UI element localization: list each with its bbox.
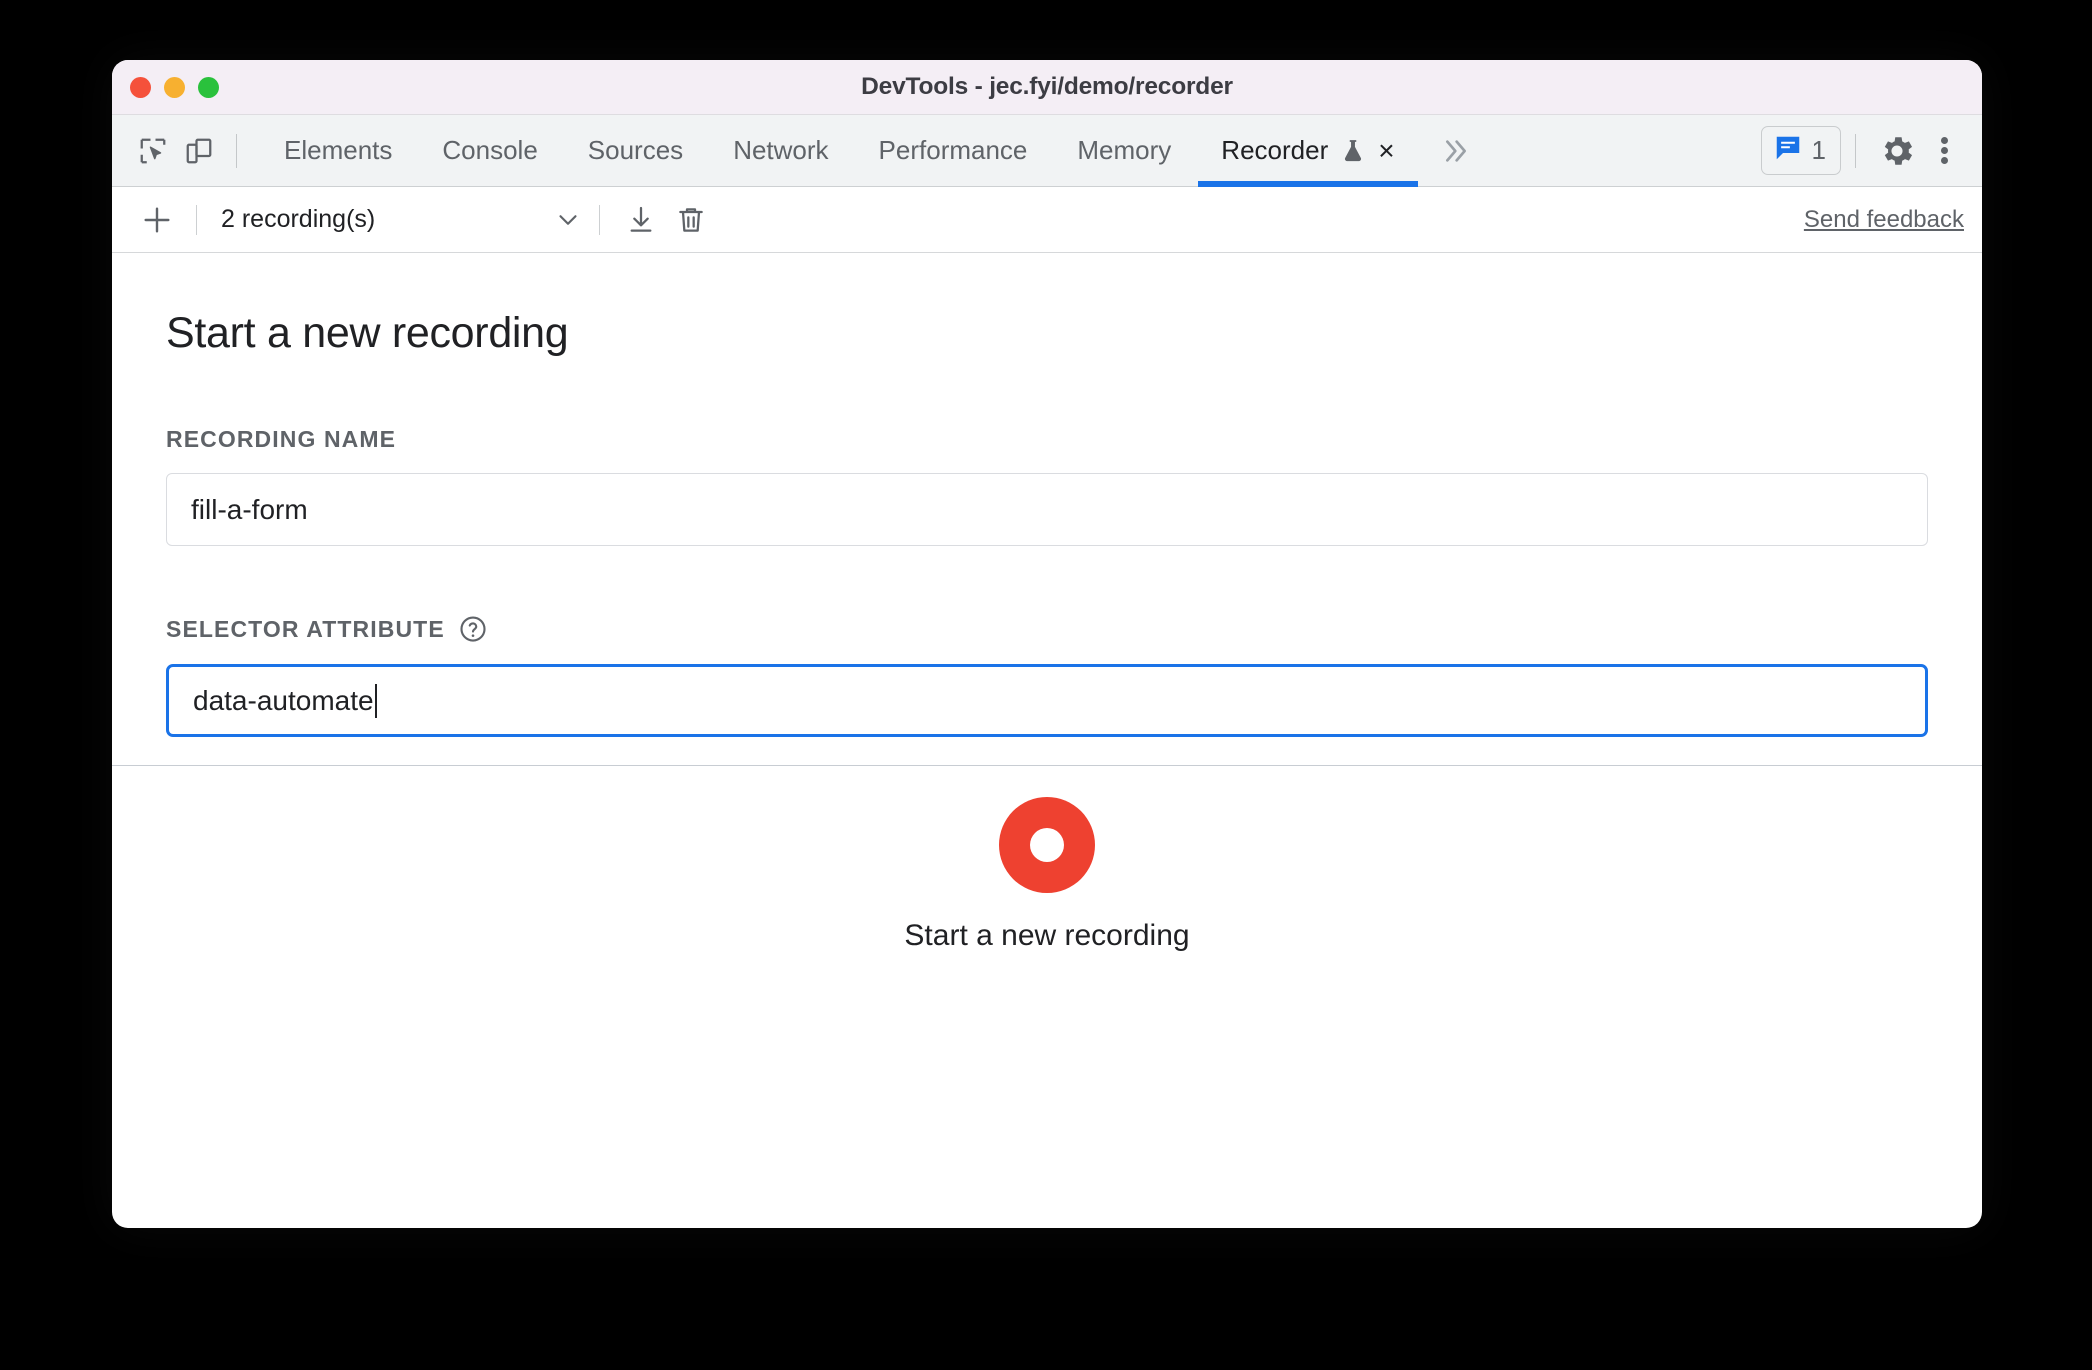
chevron-down-icon <box>553 205 583 235</box>
selector-attribute-field-group: SELECTOR ATTRIBUTE data-automate <box>166 614 1928 737</box>
tab-sources[interactable]: Sources <box>563 115 708 187</box>
devtools-tabbar: Elements Console Sources Network Perform… <box>112 115 1982 187</box>
toolbar-divider <box>599 204 600 235</box>
help-circle-icon[interactable] <box>458 614 488 644</box>
recorder-main-panel: Start a new recording RECORDING NAME fil… <box>112 253 1982 983</box>
screen: DevTools - jec.fyi/demo/recorder Element… <box>0 0 2092 1370</box>
tab-network[interactable]: Network <box>708 115 853 187</box>
inspect-element-icon[interactable] <box>130 128 176 174</box>
recording-name-value: fill-a-form <box>191 493 308 525</box>
recordings-label: 2 recording(s) <box>221 205 376 233</box>
tab-recorder[interactable]: Recorder × <box>1196 115 1419 187</box>
recording-name-label: RECORDING NAME <box>166 426 1928 453</box>
tab-label: Elements <box>284 135 393 165</box>
devtools-window: DevTools - jec.fyi/demo/recorder Element… <box>112 60 1982 1228</box>
close-icon[interactable]: × <box>1378 136 1394 165</box>
recording-name-field-group: RECORDING NAME fill-a-form <box>166 426 1928 546</box>
recorder-toolbar: 2 recording(s) Send feedback <box>112 187 1982 253</box>
minimize-window-button[interactable] <box>164 77 185 98</box>
message-count-button[interactable]: 1 <box>1760 126 1841 175</box>
send-feedback-link[interactable]: Send feedback <box>1804 206 1964 234</box>
message-count-label: 1 <box>1811 135 1826 165</box>
gear-icon[interactable] <box>1870 124 1924 178</box>
trash-icon[interactable] <box>666 195 716 245</box>
tab-performance[interactable]: Performance <box>854 115 1053 187</box>
tab-console[interactable]: Console <box>417 115 562 187</box>
selector-attribute-label: SELECTOR ATTRIBUTE <box>166 614 1928 644</box>
recorder-footer: Start a new recording <box>112 765 1982 983</box>
start-recording-label: Start a new recording <box>904 918 1190 952</box>
recording-name-input[interactable]: fill-a-form <box>166 473 1928 546</box>
dot <box>1940 147 1948 154</box>
device-toolbar-icon[interactable] <box>176 128 222 174</box>
tab-label: Console <box>442 135 538 165</box>
tabbar-right-divider <box>1855 133 1856 168</box>
download-icon[interactable] <box>616 195 666 245</box>
vertical-dots-icon[interactable] <box>1924 124 1964 178</box>
tab-label: Performance <box>878 135 1028 165</box>
text-caret <box>374 683 377 718</box>
add-recording-button[interactable] <box>134 197 180 243</box>
window-title: DevTools - jec.fyi/demo/recorder <box>861 73 1233 100</box>
panel-tabs: Elements Console Sources Network Perform… <box>259 115 1420 187</box>
chevron-double-right-icon[interactable] <box>1438 135 1470 167</box>
maximize-window-button[interactable] <box>198 77 219 98</box>
record-inner-dot <box>1030 827 1064 862</box>
page-title: Start a new recording <box>166 309 569 357</box>
toolbar-divider <box>196 204 197 235</box>
tabbar-right-actions: 1 <box>1760 124 1982 178</box>
selector-attribute-value: data-automate <box>193 684 374 716</box>
field-label-text: RECORDING NAME <box>166 426 397 452</box>
dot <box>1940 137 1948 144</box>
traffic-lights <box>130 60 219 115</box>
selector-attribute-input[interactable]: data-automate <box>166 664 1928 737</box>
tab-label: Recorder <box>1221 135 1329 165</box>
toolbar-divider <box>236 133 237 168</box>
tab-label: Sources <box>587 135 684 165</box>
recordings-dropdown[interactable]: 2 recording(s) <box>213 205 583 235</box>
close-window-button[interactable] <box>130 77 151 98</box>
record-circle-icon[interactable] <box>999 796 1095 893</box>
message-bubble-icon <box>1773 133 1803 168</box>
dot <box>1940 157 1948 164</box>
tab-elements[interactable]: Elements <box>259 115 417 187</box>
window-titlebar: DevTools - jec.fyi/demo/recorder <box>112 60 1982 115</box>
tab-memory[interactable]: Memory <box>1052 115 1196 187</box>
field-label-text: SELECTOR ATTRIBUTE <box>166 615 445 642</box>
tab-label: Memory <box>1077 135 1172 165</box>
flask-icon <box>1340 138 1366 164</box>
tab-label: Network <box>733 135 829 165</box>
